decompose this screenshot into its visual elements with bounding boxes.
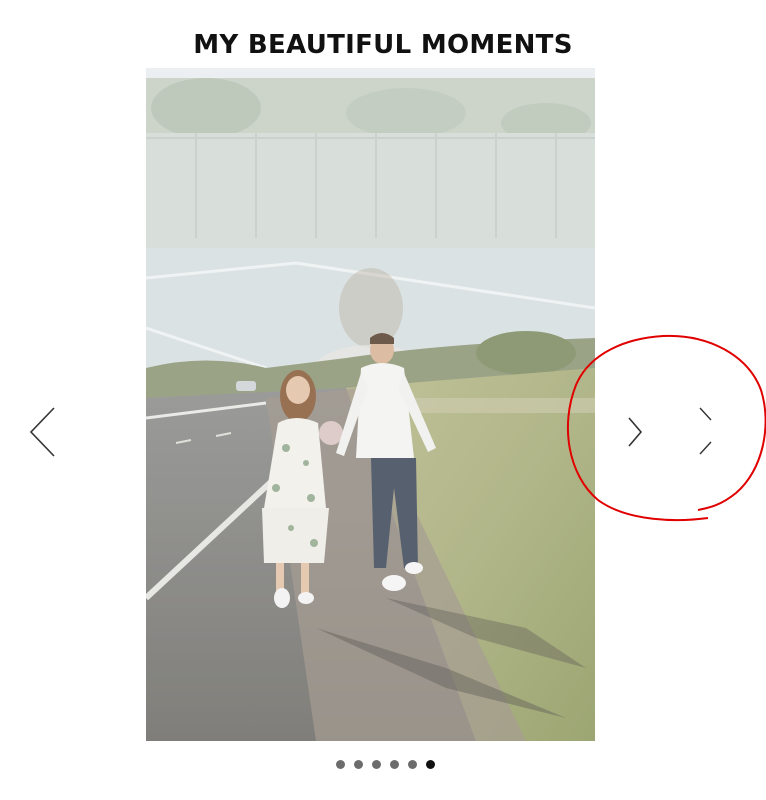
slide-photo bbox=[146, 68, 595, 741]
page-title: MY BEAUTIFUL MOMENTS bbox=[193, 30, 573, 61]
carousel-dot[interactable] bbox=[335, 760, 345, 769]
carousel-next-arrow[interactable] bbox=[626, 416, 644, 448]
carousel-dot[interactable] bbox=[353, 760, 363, 769]
carousel-dot[interactable] bbox=[407, 760, 417, 769]
chevron-right-icon bbox=[699, 407, 712, 455]
carousel-dot[interactable] bbox=[371, 760, 381, 769]
carousel-pagination bbox=[0, 758, 766, 772]
carousel-next-arrow-secondary[interactable] bbox=[695, 405, 715, 457]
carousel-slide-image[interactable] bbox=[146, 68, 595, 741]
carousel-dot[interactable] bbox=[389, 760, 399, 769]
carousel-dot-active[interactable] bbox=[425, 760, 435, 769]
chevron-right-icon bbox=[628, 417, 643, 447]
carousel-prev-arrow[interactable] bbox=[28, 406, 58, 458]
chevron-left-icon bbox=[29, 407, 55, 457]
